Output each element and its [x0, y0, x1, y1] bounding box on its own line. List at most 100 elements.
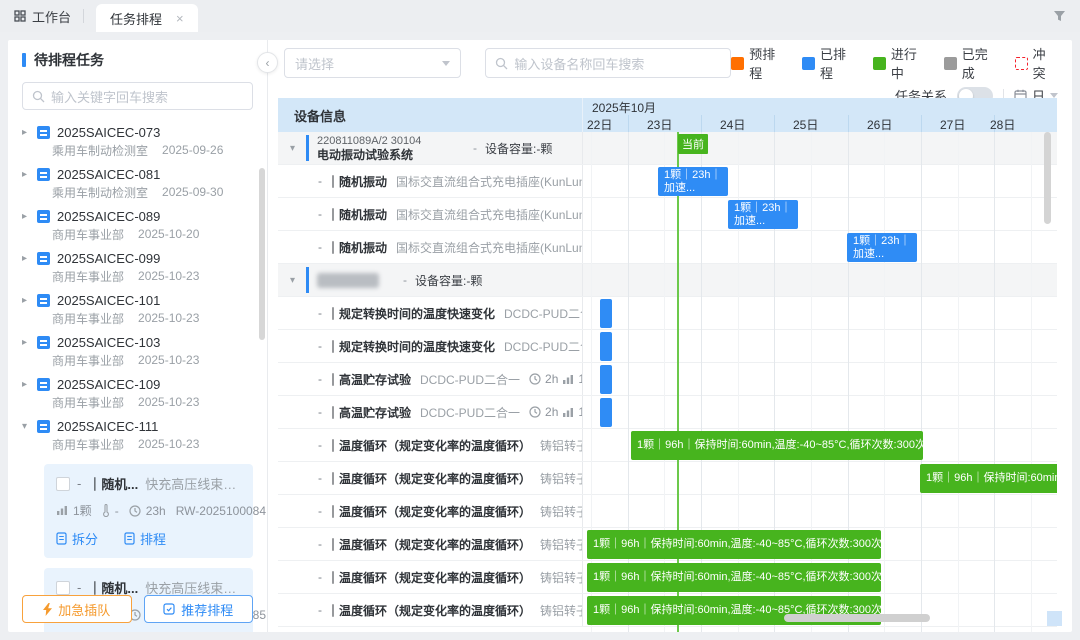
bar-chart-icon [562, 374, 574, 385]
tree-item-title-row[interactable]: ▾ 2025SAICEC-111 [22, 418, 253, 435]
task-document-icon [37, 336, 50, 349]
bar-label: 加速... [664, 182, 722, 195]
timeline-grid: 当前1颗｜23h｜加速...1颗｜23h｜加速...1颗｜23h｜加速...1颗… [583, 132, 1057, 632]
day-label: 28日 [990, 116, 1015, 132]
task-prefix: - [318, 438, 322, 452]
document-icon [56, 532, 67, 545]
tab-close-icon[interactable]: × [176, 11, 184, 26]
subtask-card[interactable]: - ｜随机... 快充高压线束总成(45... 1颗 - 23h RW-2025… [44, 464, 253, 558]
tree-item-meta-row: 商用车事业部 2025-10-23 [22, 309, 253, 327]
gantt-bar-scheduled[interactable] [600, 299, 612, 328]
tree-item-title-row[interactable]: ▸ 2025SAICEC-089 [22, 208, 253, 225]
chevron-collapsed-icon[interactable]: ▸ [22, 295, 30, 306]
legend-swatch [802, 57, 815, 70]
horizontal-scrollbar[interactable] [784, 614, 930, 622]
chevron-collapsed-icon[interactable]: ▸ [22, 127, 30, 138]
tree-item-title-row[interactable]: ▸ 2025SAICEC-103 [22, 334, 253, 351]
filter-select[interactable]: 请选择 [284, 48, 461, 78]
subtask-checkbox[interactable] [56, 477, 70, 491]
gantt-bar-scheduled[interactable] [600, 332, 612, 361]
task-row-left-cell: - ｜温度循环（规定变化率的温度循环） 铸铝转子异... [278, 495, 583, 527]
gantt-bar-scheduled[interactable]: 1颗｜23h｜加速... [847, 233, 917, 262]
gantt-bar-scheduled[interactable]: 1颗｜23h｜加速... [658, 167, 728, 196]
tree-item-title-row[interactable]: ▸ 2025SAICEC-099 [22, 250, 253, 267]
legend-swatch [944, 57, 957, 70]
task-dept: 商用车事业部 [52, 394, 124, 411]
device-info-column-header: 设备信息 [278, 98, 583, 132]
task-prefix: - [318, 207, 322, 221]
chevron-expanded-icon[interactable]: ▾ [22, 421, 30, 432]
tree-item-meta-row: 商用车事业部 2025-10-23 [22, 351, 253, 369]
gantt-bar-scheduled[interactable] [600, 398, 612, 427]
sidebar-collapse-button[interactable]: ‹ [257, 52, 278, 73]
sidebar-footer: 加急插队 推荐排程 [22, 595, 253, 623]
chevron-collapsed-icon[interactable]: ▸ [22, 253, 30, 264]
task-date: 2025-10-23 [138, 311, 199, 325]
chevron-collapsed-icon[interactable]: ▸ [22, 169, 30, 180]
subtask-code: RW-2025100084 [176, 504, 266, 518]
chevron-down-icon [442, 61, 450, 66]
task-row-left-cell: - ｜温度循环（规定变化率的温度循环） 铸铝转子异... [278, 561, 583, 593]
halfday-gridline [1031, 132, 1032, 632]
subtask-checkbox[interactable] [56, 581, 70, 595]
chevron-collapsed-icon[interactable]: ▸ [22, 379, 30, 390]
day-label: 25日 [793, 116, 818, 132]
tree-item-title-row[interactable]: ▸ 2025SAICEC-101 [22, 292, 253, 309]
chevron-collapsed-icon[interactable]: ▸ [22, 211, 30, 222]
sidebar-scrollbar[interactable] [259, 168, 265, 340]
subtask-prefix: - [77, 580, 81, 595]
tree-item-title-row[interactable]: ▸ 2025SAICEC-081 [22, 166, 253, 183]
gantt-bar-scheduled[interactable]: 1颗｜23h｜加速... [728, 200, 798, 229]
subtask-device: 快充高压线束总成(45... [145, 474, 243, 493]
tree-item-meta-row: 商用车事业部 2025-10-23 [22, 393, 253, 411]
gantt-bar-inprogress[interactable]: 1颗｜96h｜保持时间:60min,温度:-40~85°C,循环次数:300次 [631, 431, 923, 460]
gantt-bar-inprogress[interactable]: 1颗｜96h｜保持时间:60min,温度:-40~85°C,循环次数:300次 [587, 563, 881, 592]
subtask-temp: - [115, 504, 119, 518]
tree-item: ▸ 2025SAICEC-101商用车事业部 2025-10-23 [22, 288, 253, 330]
chevron-collapsed-icon[interactable]: ▸ [22, 337, 30, 348]
tree-item-title-row[interactable]: ▸ 2025SAICEC-073 [22, 124, 253, 141]
chevron-expanded-icon[interactable]: ▾ [290, 275, 298, 286]
bar-label: 1颗｜96h｜保持时间:60min,温度:-40~85°C,循环次数:300次 [637, 439, 923, 452]
thermometer-icon [102, 504, 110, 517]
sidebar-title: 待排程任务 [34, 50, 104, 70]
recommend-schedule-label: 推荐排程 [181, 600, 233, 619]
legend-label: 预排程 [749, 44, 787, 82]
gantt-bar-inprogress[interactable]: 1颗｜96h｜保持时间:60min,温度:-40~85°C,循环次数:300次 [587, 530, 881, 559]
task-meta: 2h 1 - [529, 372, 583, 386]
task-meta: 2h 1 - [529, 405, 583, 419]
day-label: 22日 [587, 116, 612, 132]
tab-task-scheduling[interactable]: 任务排程 × [96, 4, 198, 32]
task-id: 2025SAICEC-111 [57, 419, 158, 434]
bar-label: 1颗｜96h｜保持时间:60min,温度:-40~85°C,循环次数:300次 [593, 571, 881, 584]
gantt-bar-scheduled[interactable] [600, 365, 612, 394]
tree-item-title-row[interactable]: ▸ 2025SAICEC-109 [22, 376, 253, 393]
task-name: ｜温度循环（规定变化率的温度循环） [327, 470, 531, 487]
legend-swatch [1015, 57, 1028, 70]
recommend-schedule-button[interactable]: 推荐排程 [144, 595, 254, 623]
gantt-bar-inprogress[interactable]: 1颗｜96h｜保持时间:60min,温度:-40~85°C,循环次数:300次 [920, 464, 1057, 493]
day-label: 24日 [720, 116, 745, 132]
top-bar: 工作台 任务排程 × [0, 0, 1080, 32]
workbench-nav[interactable]: 工作台 [14, 7, 71, 26]
tree-item: ▸ 2025SAICEC-073乘用车制动检测室 2025-09-26 [22, 120, 253, 162]
filter-funnel-icon[interactable] [1053, 10, 1066, 22]
legend-label: 已完成 [962, 44, 1000, 82]
device-search-input[interactable]: 输入设备名称回车搜索 [485, 48, 731, 78]
tree-item-meta-row: 乘用车制动检测室 2025-09-26 [22, 141, 253, 159]
split-link[interactable]: 拆分 [56, 529, 98, 548]
urgent-queue-button[interactable]: 加急插队 [22, 595, 132, 623]
vertical-scrollbar[interactable] [1044, 132, 1051, 224]
task-document-icon [37, 210, 50, 223]
task-row-left-cell: - ｜随机振动 国标交直流组合式充电插座(KunLun 30) [278, 198, 583, 230]
tab-label: 任务排程 [110, 9, 162, 28]
schedule-link[interactable]: 排程 [124, 529, 166, 548]
day-gridline [994, 132, 995, 632]
keyword-search-input[interactable]: 输入关键字回车搜索 [22, 82, 253, 110]
day-separator [774, 115, 775, 132]
task-name: ｜规定转换时间的温度快速变化 [327, 305, 495, 322]
group-row-left-cell: ▾ 220811089A/2 30104 电动振动试验系统 - 设备容量:-颗 [278, 132, 583, 164]
chevron-expanded-icon[interactable]: ▾ [290, 143, 298, 154]
task-row-left-cell: - ｜温度循环（规定变化率的温度循环） 铸铝转子异... [278, 429, 583, 461]
tree-item-meta-row: 商用车事业部 2025-10-23 [22, 435, 253, 453]
